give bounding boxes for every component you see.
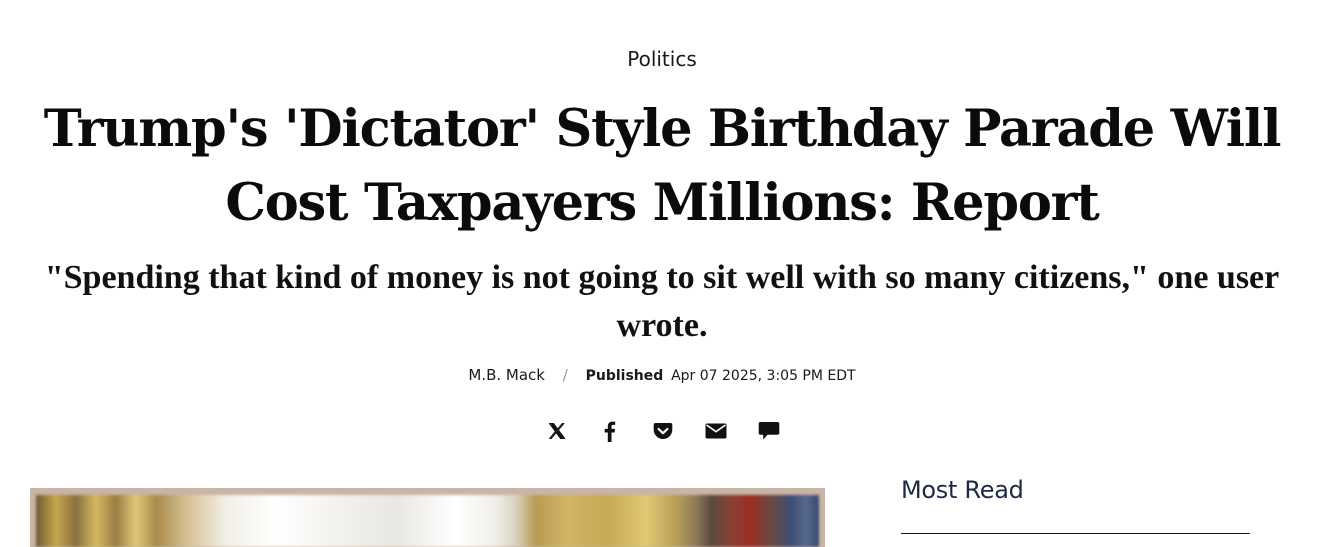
share-x-button[interactable] xyxy=(543,417,571,445)
category-link[interactable]: Politics xyxy=(0,47,1324,71)
share-pocket-button[interactable] xyxy=(649,417,677,445)
author-link[interactable]: M.B. Mack xyxy=(468,366,545,384)
pocket-icon xyxy=(653,422,673,440)
article-subheadline: "Spending that kind of money is not goin… xyxy=(44,259,1280,344)
published-date: Apr 07 2025, 3:05 PM EDT xyxy=(671,368,856,384)
byline: M.B. Mack / Published Apr 07 2025, 3:05 … xyxy=(0,366,1324,384)
byline-separator: / xyxy=(562,366,568,384)
hero-image-content xyxy=(36,495,819,547)
article-headline: Trump's 'Dictator' Style Birthday Parade… xyxy=(43,99,1282,233)
email-icon xyxy=(705,423,727,439)
sidebar-most-read: Most Read xyxy=(901,470,1250,534)
share-comment-button[interactable] xyxy=(755,417,783,445)
comment-icon xyxy=(758,421,780,441)
share-bar xyxy=(543,417,783,445)
sidebar-title: Most Read xyxy=(901,476,1024,504)
sidebar-divider xyxy=(901,533,1250,534)
published-label: Published xyxy=(585,368,664,384)
share-email-button[interactable] xyxy=(702,417,730,445)
facebook-icon xyxy=(600,420,620,442)
x-icon xyxy=(547,421,567,441)
hero-image xyxy=(30,488,825,547)
share-facebook-button[interactable] xyxy=(596,417,624,445)
